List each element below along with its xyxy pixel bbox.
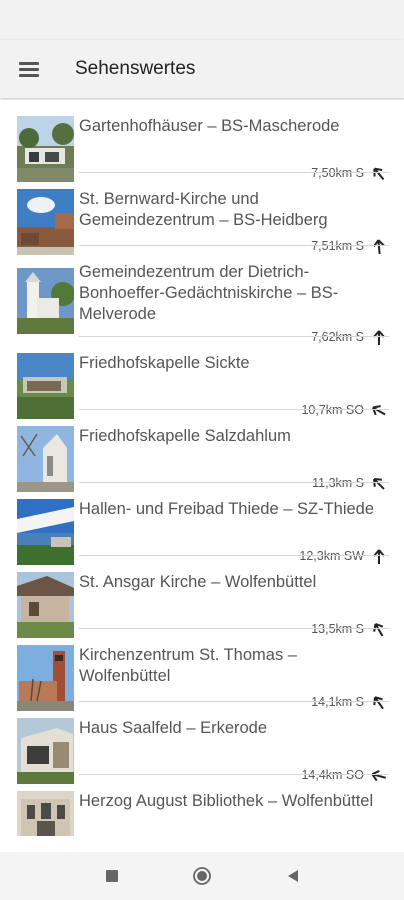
status-bar xyxy=(0,0,404,40)
item-title: Friedhofskapelle Sickte xyxy=(79,354,250,372)
item-title: Kirchenzentrum St. Thomas – Wolfenbüttel xyxy=(79,646,297,685)
list-item[interactable]: Gemeindezentrum der Dietrich-Bonhoeffer-… xyxy=(0,246,404,345)
list-item[interactable]: Gartenhofhäuser – BS-Mascherode 7,50km S xyxy=(0,100,404,182)
list-item[interactable]: Friedhofskapelle Salzdahlum 11,3km S xyxy=(0,410,404,492)
item-title: St. Bernward-Kirche und Gemeindezentrum … xyxy=(79,190,328,229)
list-item[interactable]: Kirchenzentrum St. Thomas – Wolfenbüttel… xyxy=(0,629,404,711)
list-item[interactable]: Herzog August Bibliothek – Wolfenbüttel xyxy=(0,775,404,848)
item-title: Haus Saalfeld – Erkerode xyxy=(79,719,268,737)
circle-home-icon[interactable] xyxy=(190,866,214,886)
item-title: Gemeindezentrum der Dietrich-Bonhoeffer-… xyxy=(79,263,339,323)
thumbnail-image xyxy=(17,791,74,836)
item-title: Hallen- und Freibad Thiede – SZ-Thiede xyxy=(79,500,375,518)
list-item[interactable]: St. Bernward-Kirche und Gemeindezentrum … xyxy=(0,173,404,255)
app-bar: Sehenswertes xyxy=(0,40,404,98)
list-item[interactable]: Friedhofskapelle Sickte 10,7km SO xyxy=(0,337,404,419)
triangle-back-icon[interactable] xyxy=(281,866,305,886)
item-title: Herzog August Bibliothek – Wolfenbüttel xyxy=(79,792,374,810)
square-recents-icon[interactable] xyxy=(100,866,124,886)
item-title: Gartenhofhäuser – BS-Mascherode xyxy=(79,117,340,135)
item-title: St. Ansgar Kirche – Wolfenbüttel xyxy=(79,573,317,591)
list-item[interactable]: St. Ansgar Kirche – Wolfenbüttel 13,5km … xyxy=(0,556,404,638)
thumbnail-image xyxy=(17,268,74,334)
list-item[interactable]: Haus Saalfeld – Erkerode 14,4km SO xyxy=(0,702,404,784)
item-title: Friedhofskapelle Salzdahlum xyxy=(79,427,291,445)
system-navigation-bar xyxy=(0,852,404,900)
hamburger-menu-icon[interactable] xyxy=(12,54,46,84)
sights-list[interactable]: Gartenhofhäuser – BS-Mascherode 7,50km S… xyxy=(0,100,404,852)
page-title: Sehenswertes xyxy=(75,58,196,79)
list-item[interactable]: Hallen- und Freibad Thiede – SZ-Thiede 1… xyxy=(0,483,404,565)
